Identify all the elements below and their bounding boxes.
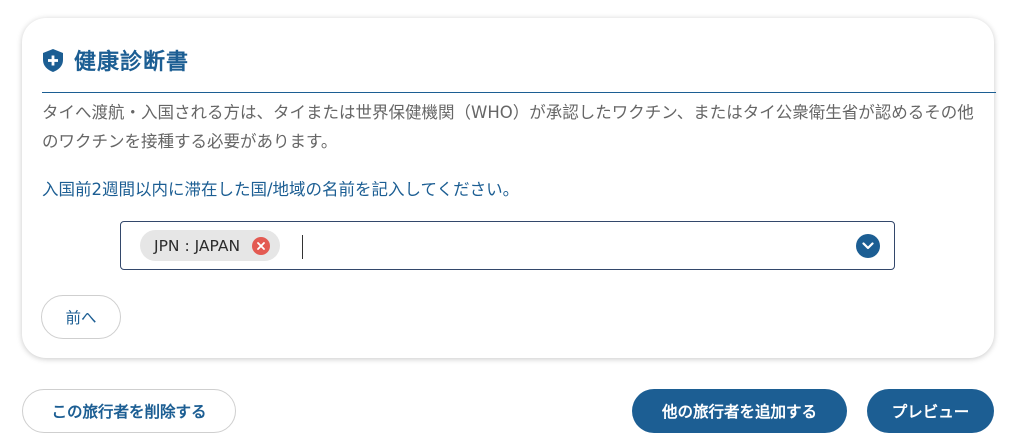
chip-label: JPN : JAPAN bbox=[154, 236, 241, 255]
card-header: 健康診断書 bbox=[42, 44, 189, 76]
health-certificate-card: 健康診断書 タイへ渡航・入国される方は、タイまたは世界保健機関（WHO）が承認し… bbox=[22, 18, 996, 358]
card-title: 健康診断書 bbox=[74, 50, 190, 75]
close-circle-icon[interactable] bbox=[252, 236, 271, 255]
country-multiselect[interactable]: JPN : JAPAN bbox=[120, 221, 895, 270]
selected-country-chip: JPN : JAPAN bbox=[140, 230, 281, 261]
text-cursor bbox=[302, 235, 303, 259]
remove-traveler-button[interactable]: この旅行者を削除する bbox=[22, 389, 236, 433]
shield-plus-icon bbox=[42, 48, 64, 72]
country-instruction: 入国前2週間以内に滞在した国/地域の名前を記入してください。 bbox=[42, 180, 520, 199]
preview-button[interactable]: プレビュー bbox=[867, 389, 994, 433]
title-divider bbox=[42, 92, 996, 93]
chevron-down-icon[interactable] bbox=[856, 234, 880, 258]
add-traveler-button[interactable]: 他の旅行者を追加する bbox=[632, 389, 847, 433]
prev-button[interactable]: 前へ bbox=[41, 295, 121, 339]
vaccine-requirement-text: タイへ渡航・入国される方は、タイまたは世界保健機関（WHO）が承認したワクチン、… bbox=[42, 103, 974, 151]
